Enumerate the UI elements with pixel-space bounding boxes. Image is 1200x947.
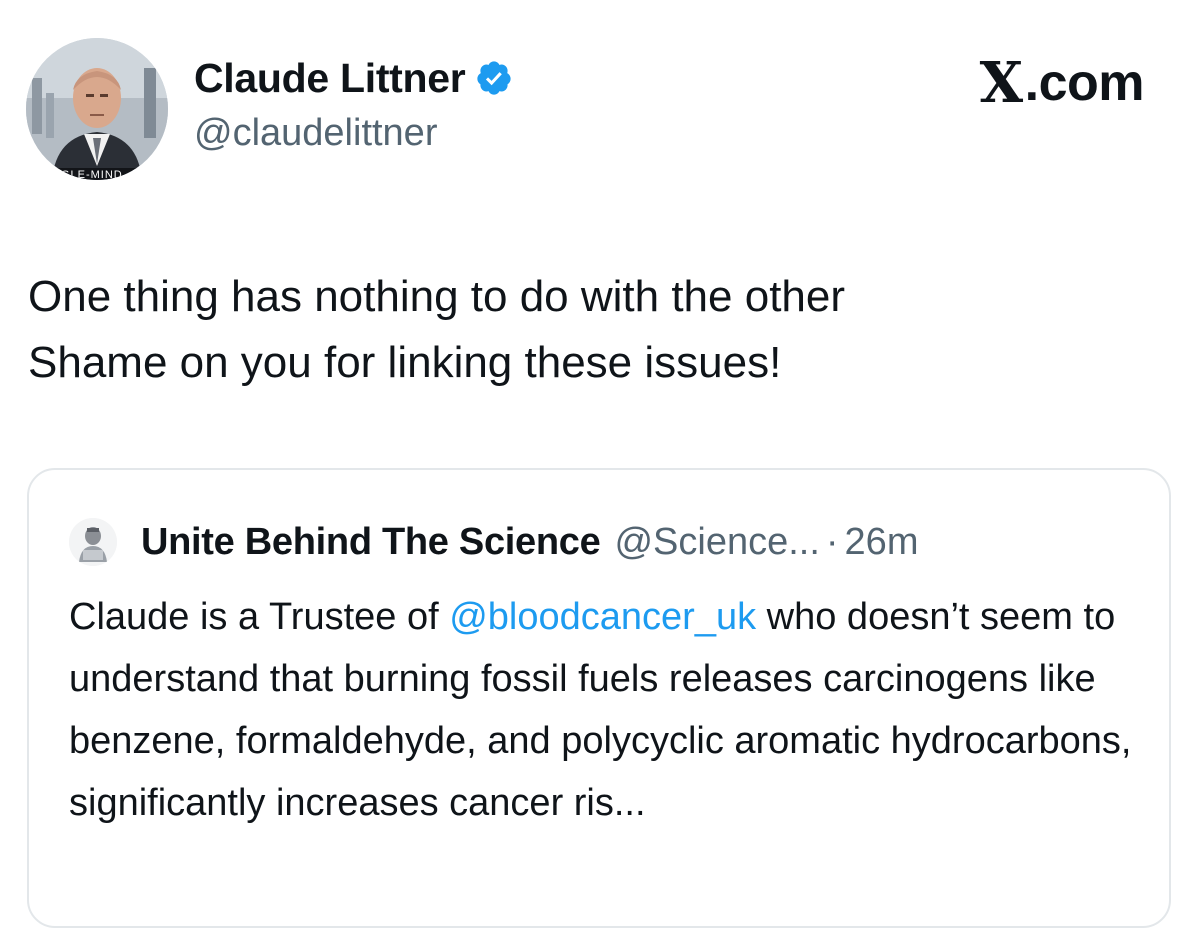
x-com-brand: X .com (979, 50, 1145, 116)
avatar-ribbon-text: NGLE-MIND (52, 169, 123, 180)
quoted-author-handle[interactable]: @Science... (614, 521, 819, 564)
tweet-text: One thing has nothing to do with the oth… (28, 272, 846, 387)
quoted-author-avatar[interactable] (69, 518, 117, 566)
quoted-author-name[interactable]: Unite Behind The Science (141, 521, 601, 564)
verified-badge-icon (475, 59, 513, 97)
quoted-timestamp[interactable]: 26m (845, 521, 919, 564)
mention-link[interactable]: @bloodcancer_uk (449, 596, 756, 638)
author-name-row: Claude Littner (194, 52, 513, 104)
brand-suffix: .com (1024, 54, 1145, 112)
author-name[interactable]: Claude Littner (194, 55, 466, 102)
quoted-tweet-card[interactable]: Unite Behind The Science @Science... · 2… (27, 468, 1171, 928)
quoted-text-before-mention: Claude is a Trustee of (69, 596, 450, 638)
quoted-tweet-header: Unite Behind The Science @Science... · 2… (69, 516, 918, 568)
author-handle[interactable]: @claudelittner (194, 112, 437, 155)
x-logo-icon: X (979, 50, 1023, 116)
quoted-separator: · (825, 520, 839, 563)
author-avatar[interactable]: NGLE-MIND (26, 38, 168, 180)
quoted-tweet-text: Claude is a Trustee of @bloodcancer_uk w… (69, 586, 1149, 834)
